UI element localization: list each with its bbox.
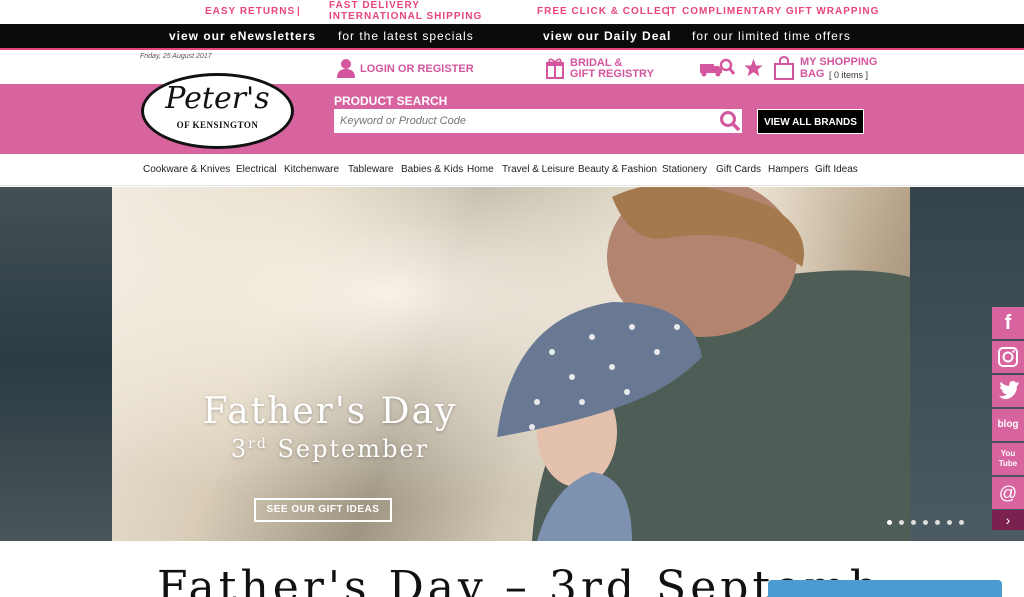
nav-item-kitchenware[interactable]: Kitchenware	[284, 164, 339, 175]
promo-separator: |	[297, 6, 301, 17]
wishlist-star-icon[interactable]	[743, 58, 764, 78]
utility-bar: Friday, 25 August 2017 LOGIN OR REGISTER…	[0, 52, 1024, 84]
carousel-dot[interactable]	[959, 520, 964, 525]
login-register-link[interactable]: LOGIN OR REGISTER	[360, 64, 474, 75]
category-nav: Cookware & Knives Electrical Kitchenware…	[0, 154, 1024, 186]
instagram-icon[interactable]	[992, 341, 1024, 373]
search-label: PRODUCT SEARCH	[334, 94, 448, 108]
search-box	[334, 109, 742, 133]
carousel-dot[interactable]	[947, 520, 952, 525]
social-next-arrow-icon[interactable]: ›	[992, 510, 1024, 530]
nav-item-gift-cards[interactable]: Gift Cards	[716, 164, 761, 175]
nav-item-stationery[interactable]: Stationery	[662, 164, 707, 175]
promo-separator-2: |	[667, 6, 671, 17]
hero-title: Father's Day	[202, 391, 458, 432]
nav-item-hampers[interactable]: Hampers	[768, 164, 809, 175]
carousel-dot-active[interactable]	[887, 520, 892, 525]
nav-item-tableware[interactable]: Tableware	[348, 164, 394, 175]
nav-item-electrical[interactable]: Electrical	[236, 164, 277, 175]
gift-icon[interactable]	[545, 57, 565, 79]
gift-wrapping-text[interactable]: COMPLIMENTARY GIFT WRAPPING	[682, 6, 879, 17]
see-gift-ideas-button[interactable]: SEE OUR GIFT IDEAS	[254, 498, 392, 522]
bridal-registry-line2[interactable]: GIFT REGISTRY	[570, 69, 654, 80]
shopping-bag-line1[interactable]: MY SHOPPING	[800, 57, 877, 68]
nav-item-travel-leisure[interactable]: Travel & Leisure	[502, 164, 574, 175]
carousel-dot[interactable]	[911, 520, 916, 525]
carousel-dot[interactable]	[923, 520, 928, 525]
logo-script-text: Peter's	[165, 81, 270, 116]
current-date: Friday, 25 August 2017	[140, 53, 212, 60]
search-icon[interactable]	[718, 110, 742, 132]
carousel-dot[interactable]	[935, 520, 940, 525]
international-shipping-text[interactable]: INTERNATIONAL SHIPPING	[329, 11, 482, 22]
shopping-bag-line2[interactable]: BAG	[800, 69, 824, 80]
announcement-bar: view our eNewsletters for the latest spe…	[0, 24, 1024, 50]
youtube-icon[interactable]: You Tube	[992, 443, 1024, 475]
hero-photo-illustration	[112, 187, 910, 541]
blog-icon[interactable]: blog	[992, 409, 1024, 441]
delivery-tracking-icon[interactable]	[699, 58, 735, 78]
promo-strip: EASY RETURNS | FAST DELIVERY INTERNATION…	[0, 0, 1024, 24]
facebook-icon[interactable]: f	[992, 307, 1024, 339]
shopping-bag-icon[interactable]	[774, 56, 794, 80]
hero-subtitle: 3rd September	[230, 435, 430, 463]
email-icon[interactable]: @	[992, 477, 1024, 509]
fast-delivery-text[interactable]: FAST DELIVERY	[329, 0, 420, 11]
logo-subtitle: OF KENSINGTON	[176, 120, 259, 130]
nav-item-babies-kids[interactable]: Babies & Kids	[401, 164, 463, 175]
enewsletter-caption: for the latest specials	[338, 29, 474, 43]
nav-item-beauty-fashion[interactable]: Beauty & Fashion	[578, 164, 657, 175]
live-chat-tab[interactable]	[768, 580, 1002, 597]
easy-returns-text[interactable]: EASY RETURNS	[205, 6, 295, 17]
daily-deal-link[interactable]: view our Daily Deal	[543, 29, 671, 43]
hero-photo	[112, 187, 910, 541]
hero-banner[interactable]: Father's Day 3rd September SEE OUR GIFT …	[0, 187, 1024, 541]
nav-item-home[interactable]: Home	[467, 164, 494, 175]
site-logo[interactable]: Peter's OF KENSINGTON	[141, 73, 294, 149]
hero-side-panel-left	[0, 187, 112, 541]
view-all-brands-button[interactable]: VIEW ALL BRANDS	[757, 109, 864, 134]
twitter-icon[interactable]	[992, 375, 1024, 407]
click-collect-text[interactable]: FREE CLICK & COLLECT	[537, 6, 677, 17]
nav-item-gift-ideas[interactable]: Gift Ideas	[815, 164, 858, 175]
bag-item-count[interactable]: [ 0 items ]	[829, 70, 868, 81]
enewsletter-link[interactable]: view our eNewsletters	[169, 29, 316, 43]
carousel-dot[interactable]	[899, 520, 904, 525]
daily-deal-caption: for our limited time offers	[692, 29, 851, 43]
user-icon[interactable]	[336, 58, 356, 78]
search-input[interactable]	[334, 109, 714, 133]
nav-item-cookware[interactable]: Cookware & Knives	[143, 164, 230, 175]
